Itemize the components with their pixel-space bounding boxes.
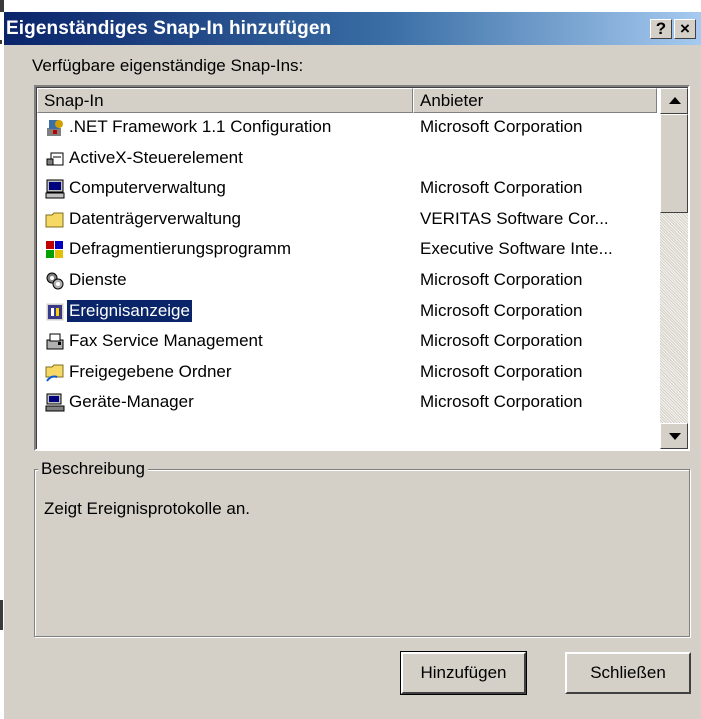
column-header-snapin[interactable]: Snap-In bbox=[37, 88, 413, 113]
shared-folder-icon bbox=[45, 363, 65, 383]
list-item[interactable]: Geräte-Manager Microsoft Corporation bbox=[37, 388, 657, 419]
list-item[interactable]: Ereignisanzeige Microsoft Corporation bbox=[37, 297, 657, 328]
list-item[interactable]: ActiveX-Steuerelement bbox=[37, 144, 657, 175]
background-window-edge bbox=[0, 0, 4, 12]
available-snapins-label: Verfügbare eigenständige Snap-Ins: bbox=[32, 56, 304, 75]
description-groupbox bbox=[34, 469, 690, 637]
description-text: Zeigt Ereignisprotokolle an. bbox=[44, 499, 251, 518]
device-manager-icon bbox=[45, 393, 65, 413]
net-framework-icon bbox=[45, 118, 65, 138]
snapin-vendor: Microsoft Corporation bbox=[420, 300, 583, 320]
snapin-name: Defragmentierungsprogramm bbox=[69, 239, 292, 259]
snapin-vendor: Microsoft Corporation bbox=[420, 117, 583, 136]
list-item[interactable]: Dienste Microsoft Corporation bbox=[37, 266, 657, 297]
help-button[interactable]: ? bbox=[650, 19, 672, 39]
snapin-name: Freigegebene Ordner bbox=[69, 361, 232, 381]
window-title: Eigenständiges Snap-In hinzufügen bbox=[6, 18, 332, 39]
background-window-edge bbox=[0, 40, 2, 44]
snapin-vendor: Executive Software Inte... bbox=[420, 239, 613, 259]
list-header: Snap-In Anbieter bbox=[37, 88, 657, 113]
list-item[interactable]: .NET Framework 1.1 Configuration Microsof… bbox=[37, 113, 657, 144]
scroll-thumb[interactable] bbox=[660, 114, 688, 213]
snapin-vendor: Microsoft Corporation bbox=[420, 178, 583, 198]
column-header-vendor[interactable]: Anbieter bbox=[413, 88, 657, 113]
list-item[interactable]: Fax Service Management Microsoft Corporat… bbox=[37, 327, 657, 358]
scroll-up-button[interactable] bbox=[660, 88, 688, 114]
description-legend: Beschreibung bbox=[38, 459, 148, 479]
snapin-name: Geräte-Manager bbox=[69, 392, 194, 412]
vertical-scrollbar[interactable] bbox=[660, 88, 688, 449]
scroll-down-button[interactable] bbox=[660, 423, 688, 449]
snapin-name: Fax Service Management bbox=[69, 331, 263, 351]
snapin-vendor: Microsoft Corporation bbox=[420, 361, 583, 381]
background-window-edge bbox=[0, 600, 3, 630]
close-button[interactable]: × bbox=[674, 19, 696, 39]
folder-icon bbox=[45, 210, 65, 230]
title-bar[interactable]: Eigenständiges Snap-In hinzufügen ? × bbox=[4, 12, 701, 45]
services-gears-icon bbox=[45, 271, 65, 291]
list-item[interactable]: Freigegebene Ordner Microsoft Corporation bbox=[37, 358, 657, 389]
activex-control-icon bbox=[45, 149, 65, 169]
fax-icon bbox=[45, 332, 65, 352]
snapin-list[interactable]: Snap-In Anbieter .NET Framework 1.1 Conf… bbox=[34, 85, 690, 451]
snapin-vendor: Microsoft Corporation bbox=[420, 392, 583, 412]
snapin-name: Ereignisanzeige bbox=[66, 298, 193, 323]
list-item[interactable]: Defragmentierungsprogramm Executive Softw… bbox=[37, 235, 657, 266]
list-rows: .NET Framework 1.1 Configuration Microsof… bbox=[37, 113, 657, 419]
snapin-name: Computerverwaltung bbox=[69, 178, 226, 198]
list-item[interactable]: Datenträgerverwaltung VERITAS Software Co… bbox=[37, 205, 657, 236]
snapin-vendor: Microsoft Corporation bbox=[420, 269, 583, 289]
snapin-name: Datenträgerverwaltung bbox=[69, 208, 241, 228]
snapin-vendor: Microsoft Corporation bbox=[420, 331, 583, 351]
snapin-name: .NET Framework 1.1 Configuration bbox=[69, 117, 332, 136]
snapin-vendor: VERITAS Software Cor... bbox=[420, 208, 609, 228]
close-dialog-button[interactable]: Schließen bbox=[565, 652, 691, 694]
defrag-icon bbox=[45, 240, 65, 260]
event-viewer-icon bbox=[45, 302, 65, 322]
snapin-name: Dienste bbox=[69, 269, 127, 289]
computer-icon bbox=[45, 179, 65, 199]
add-button[interactable]: Hinzufügen bbox=[400, 651, 527, 695]
snapin-name: ActiveX-Steuerelement bbox=[69, 147, 243, 167]
list-item[interactable]: Computerverwaltung Microsoft Corporation bbox=[37, 174, 657, 205]
